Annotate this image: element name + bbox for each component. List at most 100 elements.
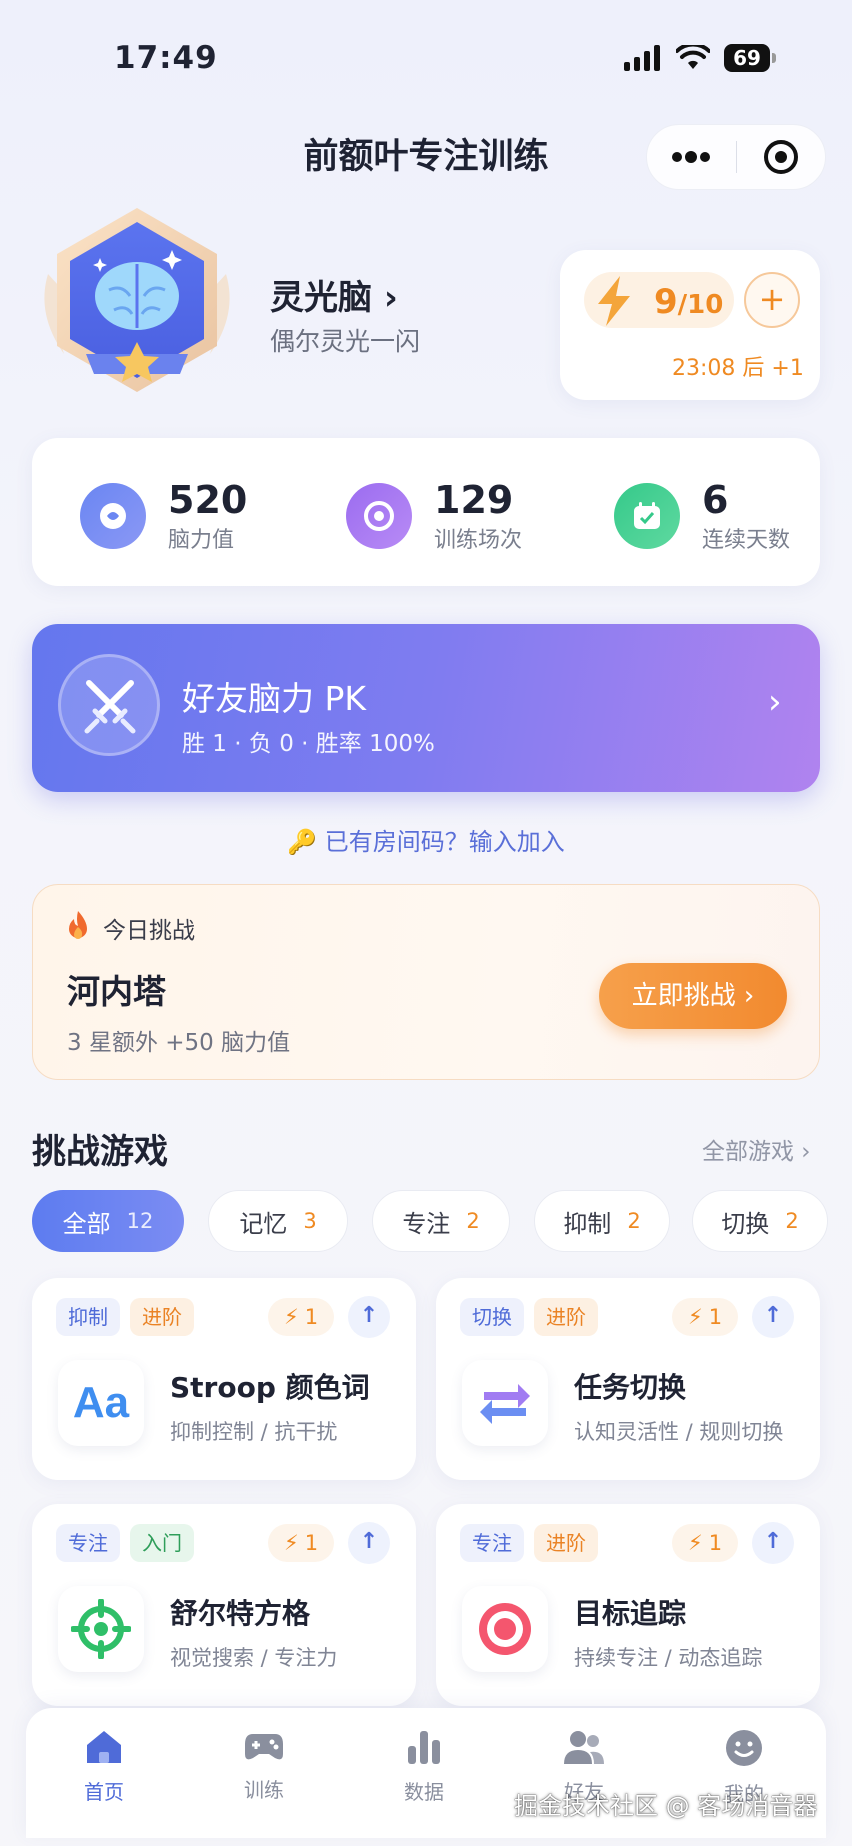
brain-power-icon xyxy=(80,483,146,549)
game-card-target-tracking[interactable]: 专注 进阶 ⚡ 1 ↑ 目标追踪 持续专注 / 动态追踪 xyxy=(436,1504,820,1706)
energy-value: 9/10 xyxy=(654,282,723,322)
key-icon: 🔑 xyxy=(287,828,325,856)
add-energy-button[interactable]: + xyxy=(744,272,800,328)
profile-name[interactable]: 灵光脑 › xyxy=(270,270,398,319)
game-category-tag: 专注 xyxy=(460,1524,524,1562)
game-description: 抑制控制 / 抗干扰 xyxy=(170,1420,338,1444)
game-category-tag: 专注 xyxy=(56,1524,120,1562)
chip-count: 2 xyxy=(627,1209,641,1233)
filter-chip-focus[interactable]: 专注 2 xyxy=(372,1190,510,1252)
tab-label: 首页 xyxy=(84,1780,124,1804)
energy-cost-pill: ⚡ 1 xyxy=(268,1298,334,1336)
energy-cost: 1 xyxy=(304,1305,319,1329)
filter-chip-switch[interactable]: 切换 2 xyxy=(692,1190,828,1252)
arrow-up-icon[interactable]: ↑ xyxy=(348,1296,390,1338)
game-icon: Aa xyxy=(58,1360,144,1446)
more-dots-icon xyxy=(672,151,711,163)
lightning-icon: ⚡ xyxy=(283,1531,299,1555)
mini-program-capsule xyxy=(646,124,826,190)
stat-brain-power[interactable]: 520 脑力值 xyxy=(80,478,247,554)
swap-icon xyxy=(480,1384,530,1424)
game-name: 舒尔特方格 xyxy=(170,1597,311,1630)
close-miniprogram-button[interactable] xyxy=(737,125,826,189)
filter-chip-all[interactable]: 全部 12 xyxy=(32,1190,184,1252)
tab-home[interactable]: 首页 xyxy=(44,1728,164,1805)
chip-label: 全部 xyxy=(62,1209,111,1238)
energy-current: 9 xyxy=(654,282,678,322)
more-button[interactable] xyxy=(647,125,736,189)
daily-challenge-card: 今日挑战 河内塔 3 星额外 +50 脑力值 立即挑战 › xyxy=(32,884,820,1080)
games-section-title: 挑战游戏 xyxy=(32,1132,168,1172)
tab-label: 训练 xyxy=(244,1778,284,1802)
game-level-tag: 进阶 xyxy=(534,1524,598,1562)
brain-level-badge[interactable] xyxy=(34,204,240,406)
home-icon xyxy=(87,1731,121,1763)
stats-card: 520 脑力值 129 训练场次 6 连续天数 xyxy=(32,438,820,586)
chip-label: 切换 xyxy=(721,1209,770,1238)
chip-label: 专注 xyxy=(402,1209,451,1238)
game-description: 视觉搜索 / 专注力 xyxy=(170,1646,338,1670)
game-card-task-switch[interactable]: 切换 进阶 ⚡ 1 ↑ 任务切换 认知灵活性 / 规则切换 xyxy=(436,1278,820,1480)
game-description: 持续专注 / 动态追踪 xyxy=(574,1646,763,1670)
lightning-icon: ⚡ xyxy=(687,1305,703,1329)
game-name: 任务切换 xyxy=(574,1371,687,1404)
chevron-right-icon: › xyxy=(372,278,398,318)
stat-label: 脑力值 xyxy=(168,528,235,553)
energy-card: 9/10 + 23:08 后 +1 xyxy=(560,250,820,400)
profile-name-text: 灵光脑 xyxy=(270,278,372,318)
pk-title: 好友脑力 PK xyxy=(182,679,367,718)
chip-count: 2 xyxy=(466,1209,480,1233)
status-time: 17:49 xyxy=(114,40,218,76)
game-card-stroop[interactable]: 抑制 进阶 ⚡ 1 ↑ Aa Stroop 颜色词 抑制控制 / 抗干扰 xyxy=(32,1278,416,1480)
stat-value: 6 xyxy=(702,478,729,522)
arrow-up-icon[interactable]: ↑ xyxy=(752,1296,794,1338)
join-room-link[interactable]: 🔑 已有房间码？输入加入 xyxy=(0,822,852,857)
stat-sessions[interactable]: 129 训练场次 xyxy=(346,478,522,554)
game-card-schulte[interactable]: 专注 入门 ⚡ 1 ↑ 舒尔特方格 视觉搜索 / 专注力 xyxy=(32,1504,416,1706)
chip-label: 记忆 xyxy=(239,1209,288,1238)
energy-cost: 1 xyxy=(708,1531,723,1555)
stat-value: 520 xyxy=(168,478,248,522)
signal-icon xyxy=(624,45,660,71)
chip-label: 抑制 xyxy=(563,1209,612,1238)
arrow-up-icon[interactable]: ↑ xyxy=(752,1522,794,1564)
stat-streak[interactable]: 6 连续天数 xyxy=(614,478,790,554)
game-icon xyxy=(58,1586,144,1672)
chip-count: 2 xyxy=(785,1209,799,1233)
pk-icon-container xyxy=(58,654,160,756)
filter-chip-inhibition[interactable]: 抑制 2 xyxy=(534,1190,670,1252)
energy-cost: 1 xyxy=(708,1305,723,1329)
watermark: 掘金技术社区 @ 客场消音器 xyxy=(514,1792,818,1820)
challenge-tag: 今日挑战 xyxy=(103,918,195,944)
status-icons: 69 xyxy=(624,44,776,72)
arrow-up-icon[interactable]: ↑ xyxy=(348,1522,390,1564)
aa-letter-icon: Aa xyxy=(72,1378,130,1427)
game-category-tag: 切换 xyxy=(460,1298,524,1336)
energy-max: /10 xyxy=(677,290,724,320)
friends-icon xyxy=(564,1731,604,1764)
filter-chip-memory[interactable]: 记忆 3 xyxy=(208,1190,348,1252)
tab-training[interactable]: 训练 xyxy=(204,1728,324,1803)
tab-data[interactable]: 数据 xyxy=(364,1728,484,1805)
stat-value: 129 xyxy=(434,478,514,522)
brain-badge-icon xyxy=(44,208,230,392)
game-name: 目标追踪 xyxy=(574,1597,687,1630)
crossed-swords-icon xyxy=(84,680,136,734)
pk-record: 胜 1 · 负 0 · 胜率 100% xyxy=(182,731,435,757)
start-challenge-button[interactable]: 立即挑战 › xyxy=(599,963,787,1029)
energy-cost-pill: ⚡ 1 xyxy=(672,1298,738,1336)
all-games-link[interactable]: 全部游戏 › xyxy=(702,1132,811,1166)
gamepad-icon xyxy=(245,1734,283,1760)
crosshair-icon xyxy=(71,1599,131,1659)
target-icon xyxy=(479,1603,531,1655)
friend-pk-card[interactable]: 好友脑力 PK 胜 1 · 负 0 · 胜率 100% › xyxy=(32,624,820,792)
bar-chart-icon xyxy=(408,1731,440,1764)
target-icon xyxy=(346,483,412,549)
wifi-icon xyxy=(676,45,710,69)
target-close-icon xyxy=(763,140,798,174)
game-description: 认知灵活性 / 规则切换 xyxy=(574,1420,784,1444)
lightning-icon xyxy=(598,276,630,326)
smile-face-icon xyxy=(726,1730,762,1766)
lightning-icon: ⚡ xyxy=(283,1305,299,1329)
challenge-title: 河内塔 xyxy=(67,972,166,1011)
